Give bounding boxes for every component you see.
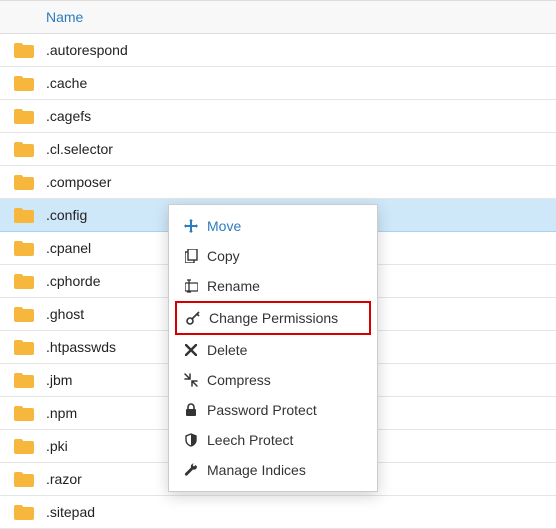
folder-icon: [14, 405, 34, 421]
file-name: .ghost: [46, 306, 84, 322]
file-name: .cache: [46, 75, 87, 91]
menu-item-rename[interactable]: Rename: [169, 271, 377, 301]
menu-label: Change Permissions: [209, 308, 338, 328]
menu-item-manage-indices[interactable]: Manage Indices: [169, 455, 377, 485]
folder-icon: [14, 273, 34, 289]
table-row[interactable]: .composer: [0, 166, 556, 199]
file-name: .jbm: [46, 372, 72, 388]
copy-icon: [183, 248, 199, 264]
folder-icon: [14, 339, 34, 355]
menu-label: Leech Protect: [207, 430, 293, 450]
lock-icon: [183, 402, 199, 418]
menu-item-password-protect[interactable]: Password Protect: [169, 395, 377, 425]
close-icon: [183, 342, 199, 358]
compress-icon: [183, 372, 199, 388]
menu-item-copy[interactable]: Copy: [169, 241, 377, 271]
folder-icon: [14, 42, 34, 58]
menu-item-leech-protect[interactable]: Leech Protect: [169, 425, 377, 455]
folder-icon: [14, 372, 34, 388]
folder-icon: [14, 141, 34, 157]
table-row[interactable]: .cagefs: [0, 100, 556, 133]
menu-label: Password Protect: [207, 400, 317, 420]
file-name: .pki: [46, 438, 68, 454]
menu-label: Manage Indices: [207, 460, 306, 480]
file-name: .npm: [46, 405, 77, 421]
file-name: .cagefs: [46, 108, 91, 124]
menu-label: Compress: [207, 370, 271, 390]
menu-item-change-permissions[interactable]: Change Permissions: [175, 301, 371, 335]
folder-icon: [14, 108, 34, 124]
move-icon: [183, 218, 199, 234]
rename-icon: [183, 278, 199, 294]
file-name: .cpanel: [46, 240, 91, 256]
menu-label: Delete: [207, 340, 247, 360]
menu-item-delete[interactable]: Delete: [169, 335, 377, 365]
shield-icon: [183, 432, 199, 448]
wrench-icon: [183, 462, 199, 478]
table-header-row[interactable]: Name: [0, 1, 556, 34]
folder-icon: [14, 471, 34, 487]
table-row[interactable]: .cl.selector: [0, 133, 556, 166]
folder-icon: [14, 240, 34, 256]
menu-item-move[interactable]: Move: [169, 211, 377, 241]
menu-label: Rename: [207, 276, 260, 296]
file-name: .cphorde: [46, 273, 100, 289]
file-name: .htpasswds: [46, 339, 116, 355]
folder-icon: [14, 75, 34, 91]
menu-item-compress[interactable]: Compress: [169, 365, 377, 395]
file-name: .razor: [46, 471, 82, 487]
menu-label: Copy: [207, 246, 240, 266]
folder-icon: [14, 207, 34, 223]
file-name: .autorespond: [46, 42, 128, 58]
context-menu: Move Copy Rename Change Permissions Dele…: [168, 204, 378, 492]
table-row[interactable]: .sitepad: [0, 496, 556, 529]
file-name: .sitepad: [46, 504, 95, 520]
file-name: .config: [46, 207, 87, 223]
folder-icon: [14, 504, 34, 520]
file-name: .composer: [46, 174, 111, 190]
folder-icon: [14, 306, 34, 322]
table-row[interactable]: .cache: [0, 67, 556, 100]
file-name: .cl.selector: [46, 141, 113, 157]
column-header-name[interactable]: Name: [46, 9, 83, 25]
folder-icon: [14, 174, 34, 190]
key-icon: [185, 310, 201, 326]
folder-icon: [14, 438, 34, 454]
table-row[interactable]: .autorespond: [0, 34, 556, 67]
menu-label: Move: [207, 216, 241, 236]
